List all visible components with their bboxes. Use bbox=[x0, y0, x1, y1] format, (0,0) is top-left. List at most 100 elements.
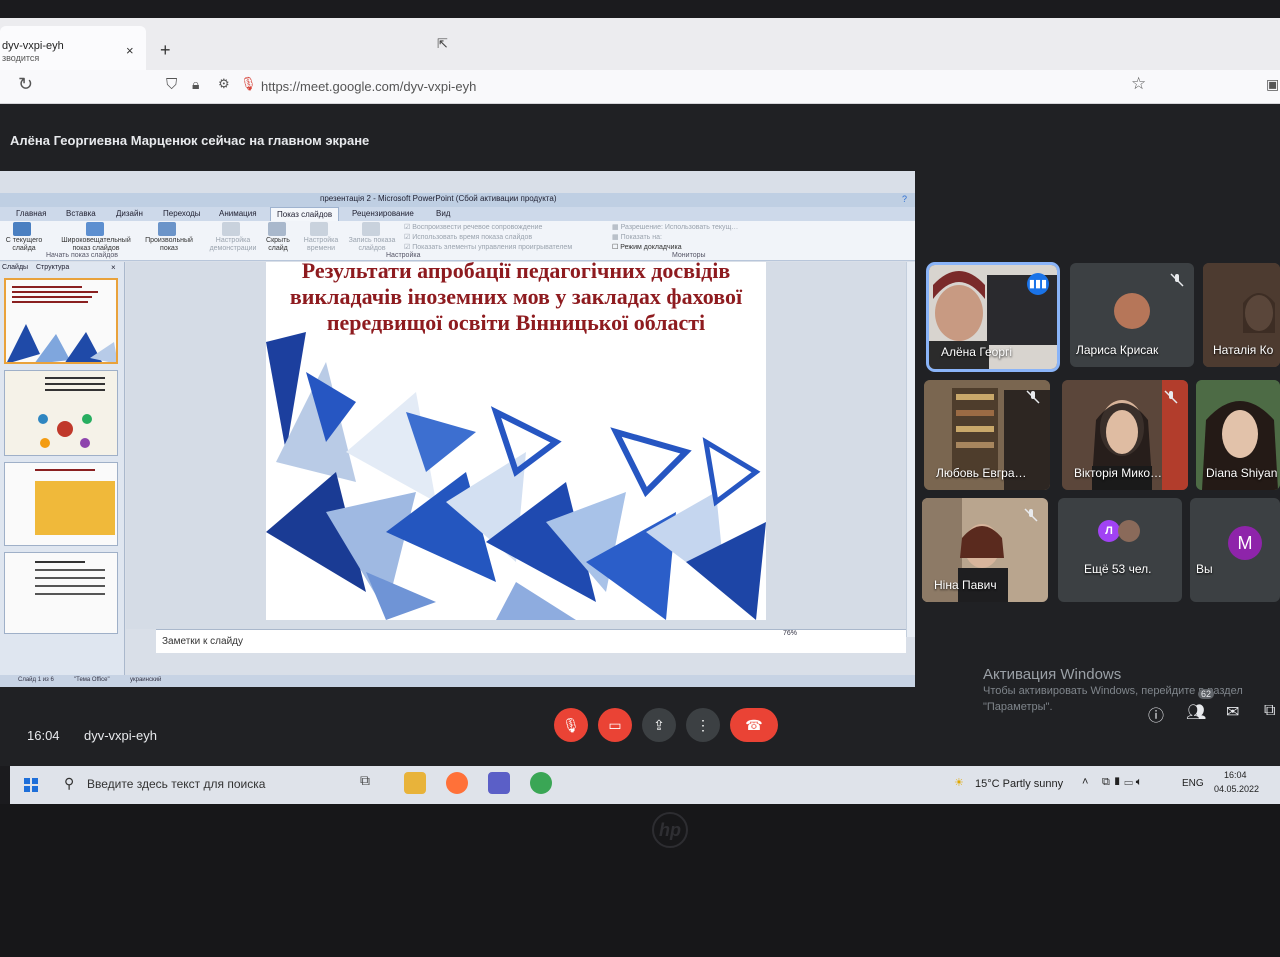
people-count-badge: 62 bbox=[1198, 689, 1215, 699]
present-button[interactable]: ⇪ bbox=[642, 708, 676, 742]
more-vert-icon: ⋮ bbox=[696, 717, 710, 733]
pane-tab-slides: Слайды bbox=[2, 264, 29, 271]
participant-tile[interactable]: Лариса Крисак bbox=[1070, 263, 1194, 367]
hang-up-icon: ☎ bbox=[745, 717, 763, 733]
ppt-tab: Анимация bbox=[219, 209, 257, 218]
weather-text[interactable]: 15°C Partly sunny bbox=[975, 778, 1063, 790]
teams-icon[interactable] bbox=[488, 772, 510, 794]
narration-label: Воспроизвести речевое сопровождение bbox=[412, 224, 543, 231]
narration-checkbox: ☑ Воспроизвести речевое сопровождение bbox=[404, 224, 543, 231]
extensions-icon[interactable]: ▣ bbox=[1266, 76, 1279, 93]
ppt-slide-canvas: Результати апробації педагогічних досвід… bbox=[126, 262, 906, 629]
windows-taskbar: ⚲ Введите здесь текст для поиска ⧉ ☀ 15°… bbox=[10, 766, 1280, 804]
rehearse-icon bbox=[310, 222, 328, 236]
presenter-view-checkbox: ☐ Режим докладчика bbox=[612, 244, 682, 251]
muted-mic-icon bbox=[1026, 390, 1040, 404]
chat-icon[interactable]: ✉ bbox=[1226, 702, 1239, 722]
ppt-tab: Вид bbox=[436, 209, 451, 218]
presenting-banner: Алёна Георгиевна Марценюк сейчас на глав… bbox=[10, 133, 370, 148]
meeting-code: dyv-vxpi-eyh bbox=[84, 728, 157, 743]
camera-off-icon: ▭ bbox=[608, 717, 622, 733]
participant-tile[interactable]: Ніна Павич bbox=[922, 498, 1048, 602]
slide-thumbnail bbox=[4, 370, 118, 456]
record-icon bbox=[362, 222, 380, 236]
thumb-text bbox=[12, 291, 98, 293]
thumb-text bbox=[35, 593, 105, 595]
participant-tile[interactable]: Diana Shiyan bbox=[1196, 380, 1280, 490]
group-start-label: Начать показ слайдов bbox=[46, 252, 118, 259]
thumb-text bbox=[12, 301, 88, 303]
search-icon[interactable]: ⚲ bbox=[64, 775, 74, 792]
hp-logo: hp bbox=[652, 812, 688, 848]
ppt-tab: Вставка bbox=[66, 209, 96, 218]
windows-start-icon[interactable] bbox=[24, 778, 38, 792]
taskbar-clock-date[interactable]: 04.05.2022 bbox=[1214, 784, 1259, 794]
pane-tab-outline: Структура bbox=[36, 264, 70, 271]
ppt-window-title: презентація 2 - Microsoft PowerPoint (Сб… bbox=[320, 194, 557, 203]
help-icon: ? bbox=[902, 194, 908, 204]
broadcast-label: Широковещательный показ слайдов bbox=[61, 237, 131, 252]
tray-chevron-icon[interactable]: ˄ bbox=[1082, 776, 1088, 788]
browser-tab[interactable]: dyv-vxpi-eyh зводится × bbox=[0, 26, 146, 70]
thumb-text bbox=[45, 389, 105, 391]
new-tab-icon[interactable]: + bbox=[160, 40, 171, 61]
shield-icon[interactable]: ⛉ bbox=[166, 76, 177, 93]
camera-off-button[interactable]: ▭ bbox=[598, 708, 632, 742]
ppt-tab: Переходы bbox=[163, 209, 201, 218]
meet-main: Алёна Георгиевна Марценюк сейчас на глав… bbox=[0, 104, 1280, 766]
leave-call-button[interactable]: ☎ bbox=[730, 708, 778, 742]
more-participants-tile[interactable]: Л Ещё 53 чел. bbox=[1058, 498, 1182, 602]
participant-avatar: Л bbox=[1098, 520, 1120, 542]
reload-icon[interactable]: ↻ bbox=[18, 74, 33, 95]
participant-tile[interactable]: Наталія Ко bbox=[1203, 263, 1280, 367]
participant-avatar bbox=[1114, 293, 1150, 329]
status-slide-count: Слайд 1 из 6 bbox=[18, 677, 54, 683]
meeting-clock: 16:04 bbox=[27, 728, 60, 743]
keyboard-language[interactable]: ENG bbox=[1182, 778, 1204, 789]
slide-triangle-art bbox=[266, 332, 766, 620]
participant-tile[interactable]: ▮▮▮ Алёна Георгі bbox=[926, 262, 1060, 372]
muted-mic-icon bbox=[1024, 508, 1038, 522]
lock-icon[interactable]: 🔒︎ bbox=[192, 76, 199, 93]
windows-activation-text: "Параметры". bbox=[983, 701, 1053, 713]
participant-tile[interactable]: Вікторія Мико… bbox=[1062, 380, 1188, 490]
activities-icon[interactable]: ⧉ bbox=[1264, 702, 1275, 720]
thumb-text bbox=[45, 377, 105, 379]
ppt-ribbon-tabs: Главная Вставка Дизайн Переходы Анимация… bbox=[0, 207, 915, 221]
resolution-label: Разрешение: bbox=[620, 224, 663, 231]
participant-name: Алёна Георгі bbox=[941, 345, 1013, 359]
weather-icon[interactable]: ☀ bbox=[954, 776, 964, 789]
thumb-text bbox=[45, 383, 105, 385]
address-bar[interactable]: https://meet.google.com/dyv-vxpi-eyh bbox=[261, 79, 476, 94]
firefox-icon[interactable] bbox=[446, 772, 468, 794]
utorrent-icon[interactable] bbox=[530, 772, 552, 794]
slide-thumbnail bbox=[4, 278, 118, 364]
bookmark-star-icon[interactable]: ☆ bbox=[1131, 74, 1146, 94]
participant-tile[interactable]: Любовь Евгра… bbox=[924, 380, 1050, 490]
group-setup-label: Настройка bbox=[386, 252, 421, 259]
hide-slide-icon bbox=[268, 222, 286, 236]
microphone-permission-icon[interactable]: 🎙︎ bbox=[240, 76, 257, 92]
self-name: Вы bbox=[1196, 562, 1213, 576]
permissions-icon[interactable]: ⚙ bbox=[218, 76, 230, 92]
file-explorer-icon[interactable] bbox=[404, 772, 426, 794]
resolution-value: Использовать текущ… bbox=[664, 224, 739, 231]
status-language: украинский bbox=[130, 677, 162, 683]
self-tile[interactable]: M Вы bbox=[1190, 498, 1280, 602]
muted-mic-icon bbox=[1164, 390, 1178, 404]
people-icon[interactable]: 👥︎ bbox=[1186, 702, 1206, 722]
more-options-button[interactable]: ⋮ bbox=[686, 708, 720, 742]
taskbar-search-input[interactable]: Введите здесь текст для поиска bbox=[87, 777, 265, 791]
mic-off-icon: 🎙︎ bbox=[562, 717, 580, 733]
slideshow-icon bbox=[13, 222, 31, 236]
meeting-info-icon[interactable]: ⓘ bbox=[1148, 702, 1164, 726]
task-view-icon[interactable]: ⧉ bbox=[360, 772, 382, 794]
timings-label: Использовать время показа слайдов bbox=[412, 234, 533, 241]
taskbar-clock-time[interactable]: 16:04 bbox=[1224, 770, 1247, 780]
controls-label: Показать элементы управления проигрывате… bbox=[412, 244, 573, 251]
timings-checkbox: ☑ Использовать время показа слайдов bbox=[404, 234, 533, 241]
participant-name: Любовь Евгра… bbox=[936, 466, 1027, 480]
mic-off-button[interactable]: 🎙︎ bbox=[554, 708, 588, 742]
tab-close-icon[interactable]: × bbox=[126, 43, 134, 58]
tray-icons[interactable]: ⧉ ▮ ▭ 🔈︎ bbox=[1102, 776, 1142, 789]
